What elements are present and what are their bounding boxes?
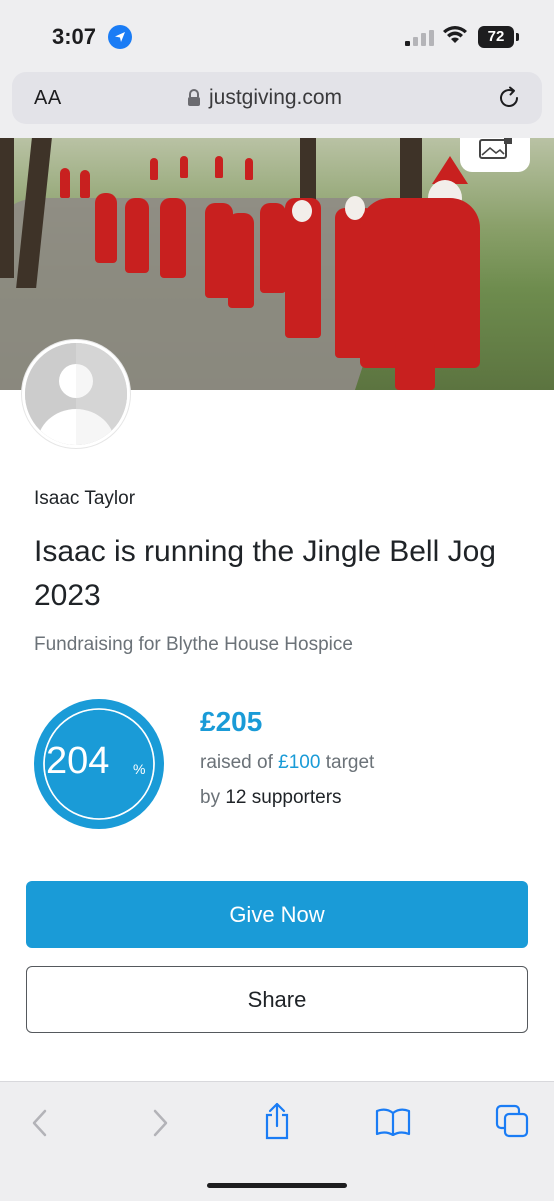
location-arrow-icon [108,25,132,49]
give-now-button[interactable]: Give Now [26,881,528,948]
progress-percent: 204 [46,740,110,782]
status-time: 3:07 [52,24,97,49]
share-button[interactable]: Share [26,966,528,1033]
lock-icon [187,89,201,112]
supporters-count: 12 supporters [225,787,342,808]
url-text[interactable]: justgiving.com [209,86,342,110]
page-title: Isaac is running the Jingle Bell Jog 202… [34,535,496,612]
signal-icon [405,30,435,46]
target-label: target [325,752,375,773]
wifi-icon [442,25,468,50]
raised-of-label: raised of [200,752,273,773]
bookmarks-icon[interactable] [375,1108,411,1141]
browser-chrome: 3:07 72 AA justgiving.com [0,0,554,138]
reload-icon[interactable] [496,85,522,116]
charity-line: Fundraising for Blythe House Hospice [34,634,353,655]
edit-image-icon[interactable] [460,138,530,172]
progress-percent-sign: % [133,761,146,777]
target-amount: £100 [278,752,321,773]
battery-icon: 72 [478,26,514,48]
raised-amount: £205 [200,706,263,737]
supporters-line: by 12 supporters [200,787,342,809]
reader-settings-button[interactable]: AA [34,87,62,110]
avatar [22,340,130,448]
battery-tip [516,33,519,41]
address-bar[interactable]: AA justgiving.com [12,72,542,124]
fundraiser-owner-name: Isaac Taylor [34,488,136,509]
target-line: raised of £100 target [200,752,374,774]
back-icon[interactable] [30,1108,50,1143]
tabs-icon[interactable] [495,1104,529,1143]
share-icon[interactable] [262,1102,292,1145]
by-label: by [200,787,221,808]
forward-icon[interactable] [150,1108,170,1143]
home-indicator [207,1183,347,1188]
